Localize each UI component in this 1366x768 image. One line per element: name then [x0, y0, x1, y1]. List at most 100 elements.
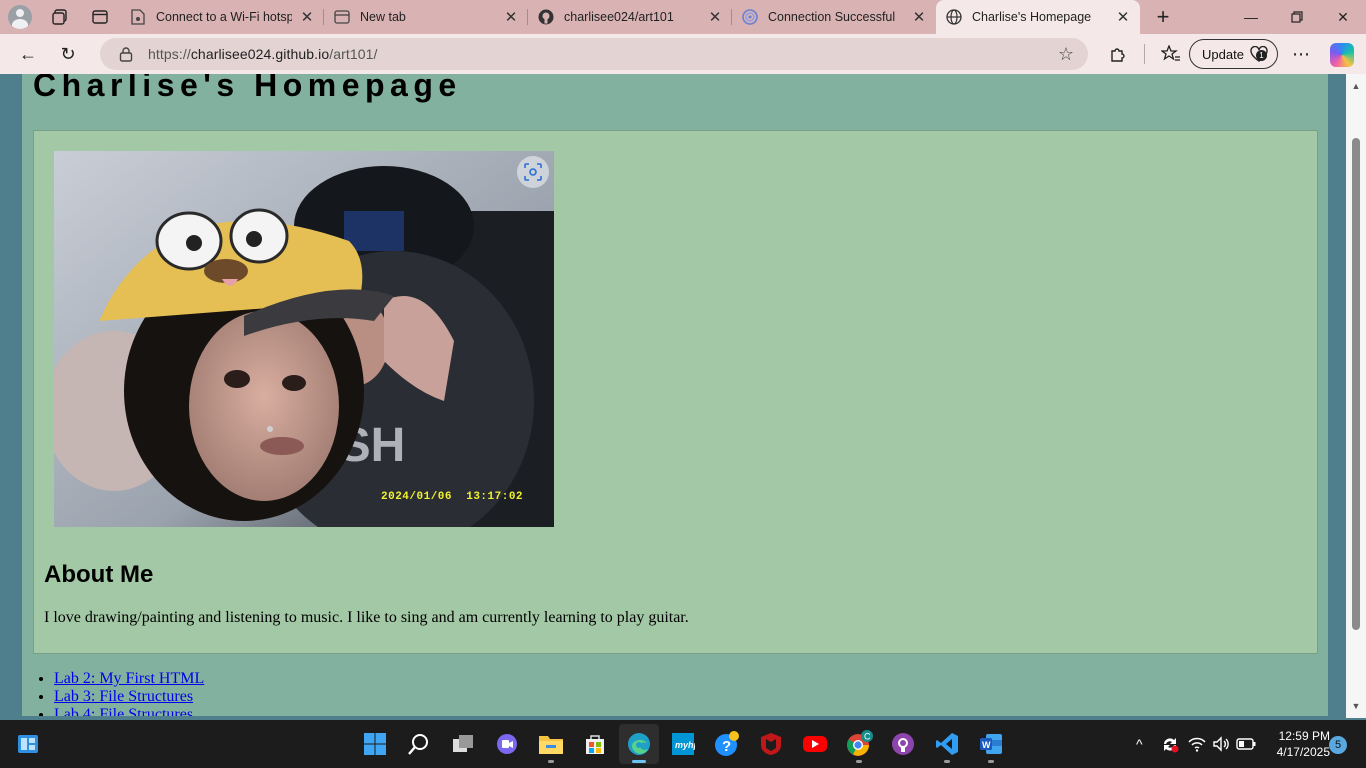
tab-close-icon[interactable]: ✕	[298, 8, 316, 26]
vscode-app[interactable]	[927, 724, 967, 764]
tab-title: New tab	[360, 10, 406, 24]
photo-timestamp: 2024/01/06 13:17:02	[381, 491, 524, 503]
github-icon	[538, 9, 554, 25]
extensions-button[interactable]	[1098, 34, 1138, 74]
youtube-app[interactable]	[795, 724, 835, 764]
new-tab-button[interactable]: +	[1146, 0, 1180, 34]
refresh-button[interactable]: ↻	[48, 34, 88, 74]
workspaces-button[interactable]	[40, 0, 80, 34]
update-button[interactable]: Update 1	[1189, 39, 1278, 69]
profile-button[interactable]	[0, 0, 40, 34]
more-options-button[interactable]: ⋯	[1286, 34, 1316, 74]
site-info-icon[interactable]	[110, 46, 142, 62]
show-hidden-icons-button[interactable]: ^	[1136, 720, 1143, 768]
speaker-icon	[1213, 736, 1229, 752]
network-status[interactable]	[1188, 720, 1206, 768]
search-icon	[408, 734, 428, 755]
search-button[interactable]	[399, 724, 439, 764]
word-app[interactable]: W	[971, 724, 1011, 764]
content-section: ASH 2024/01/06 13:17:02 About Me I love …	[33, 130, 1318, 654]
mcafee-app[interactable]	[751, 724, 791, 764]
svg-text:W: W	[982, 740, 991, 750]
profile-photo-image: ASH	[54, 151, 554, 527]
close-window-button[interactable]: ✕	[1320, 0, 1366, 34]
favorites-icon	[1161, 45, 1180, 61]
address-bar[interactable]: https://charlisee024.github.io/art101/ ☆	[100, 38, 1088, 70]
myhp-app[interactable]: myhp	[663, 724, 703, 764]
battery-icon	[1236, 738, 1256, 750]
lab3-link[interactable]: Lab 3: File Structures	[54, 688, 193, 705]
folder-icon	[539, 736, 563, 754]
tab-close-icon[interactable]: ✕	[1114, 8, 1132, 26]
tab-title: Connection Successful	[768, 10, 896, 24]
minimize-button[interactable]: —	[1228, 0, 1274, 34]
store-icon	[586, 735, 604, 754]
windows-logo-icon	[364, 733, 386, 755]
restore-button[interactable]	[1274, 0, 1320, 34]
scroll-up-arrow-icon[interactable]: ▲	[1346, 78, 1366, 94]
visual-search-icon[interactable]	[517, 156, 549, 188]
tab-close-icon[interactable]: ✕	[502, 8, 520, 26]
notification-count-badge[interactable]: 5	[1329, 736, 1347, 754]
favorite-star-icon[interactable]: ☆	[1058, 44, 1074, 65]
toolbar-right	[1098, 34, 1191, 74]
vertical-tabs-button[interactable]	[80, 0, 120, 34]
page-viewport: Charlise's Homepage ASH 2024/01/06 13:17…	[0, 74, 1366, 718]
chrome-icon: C	[847, 730, 873, 756]
chat-icon	[497, 734, 517, 754]
volume-status[interactable]	[1212, 720, 1230, 768]
url-host: charlisee024.github.io	[190, 46, 330, 62]
chrome-app[interactable]: C	[839, 724, 879, 764]
tab-connection-successful[interactable]: Connection Successful ✕	[732, 0, 936, 34]
ellipsis-icon: ⋯	[1292, 43, 1310, 64]
lab-links-list: Lab 2: My First HTML Lab 3: File Structu…	[44, 670, 204, 716]
list-item: Lab 4: File Structures	[54, 706, 204, 716]
puzzle-icon	[1111, 48, 1125, 62]
tab-charlise-homepage[interactable]: Charlise's Homepage ✕	[936, 0, 1140, 34]
lab2-link[interactable]: Lab 2: My First HTML	[54, 670, 204, 687]
windows-taskbar: myhp ? C W ^ 12:59 PM 4/17/2025 5	[0, 720, 1366, 768]
microsoft-store-app[interactable]	[575, 724, 615, 764]
back-arrow-icon: ←	[19, 43, 37, 64]
url-text[interactable]: https://charlisee024.github.io/art101/	[148, 46, 378, 62]
scroll-down-arrow-icon[interactable]: ▼	[1346, 698, 1366, 714]
tab-close-icon[interactable]: ✕	[910, 8, 928, 26]
youtube-icon	[803, 736, 827, 752]
widgets-button[interactable]	[8, 724, 48, 764]
chrome-profile-badge: C	[864, 732, 871, 742]
profile-photo[interactable]: ASH 2024/01/06 13:17:02	[54, 151, 554, 527]
tab-new-tab[interactable]: New tab ✕	[324, 0, 528, 34]
chat-app[interactable]	[487, 724, 527, 764]
vertical-tabs-icon	[92, 10, 108, 24]
copilot-icon[interactable]	[1330, 43, 1354, 67]
refresh-icon: ↻	[60, 43, 76, 64]
system-clock[interactable]: 12:59 PM 4/17/2025	[1262, 728, 1330, 760]
edge-app[interactable]	[619, 724, 659, 764]
tab-github-repo[interactable]: charlisee024/art101 ✕	[528, 0, 732, 34]
github-desktop-icon	[892, 733, 914, 755]
start-button[interactable]	[355, 724, 395, 764]
page-scrollbar[interactable]: ▲ ▼	[1346, 74, 1366, 718]
back-button[interactable]: ←	[8, 34, 48, 74]
lab4-link[interactable]: Lab 4: File Structures	[54, 706, 193, 716]
scrollbar-thumb[interactable]	[1352, 138, 1360, 630]
update-badge: 1	[1256, 50, 1267, 61]
favorites-button[interactable]	[1151, 34, 1191, 74]
tab-title: Connect to a Wi-Fi hotspot	[156, 10, 292, 24]
tab-close-icon[interactable]: ✕	[706, 8, 724, 26]
clock-time: 12:59 PM	[1278, 729, 1330, 743]
page-frame: Charlise's Homepage ASH 2024/01/06 13:17…	[4, 74, 1344, 716]
file-explorer-app[interactable]	[531, 724, 571, 764]
url-scheme: https://	[148, 46, 191, 62]
sync-icon	[1164, 738, 1179, 753]
github-desktop-app[interactable]	[883, 724, 923, 764]
sync-status[interactable]	[1160, 720, 1180, 768]
get-help-app[interactable]: ?	[707, 724, 747, 764]
minimize-icon: —	[1244, 9, 1258, 25]
url-path: /art101/	[329, 46, 378, 62]
svg-text:myhp: myhp	[675, 740, 695, 750]
tab-wifi-hotspot[interactable]: Connect to a Wi-Fi hotspot ✕	[120, 0, 324, 34]
battery-status[interactable]	[1236, 720, 1256, 768]
newtab-icon	[334, 9, 350, 25]
task-view-button[interactable]	[443, 724, 483, 764]
